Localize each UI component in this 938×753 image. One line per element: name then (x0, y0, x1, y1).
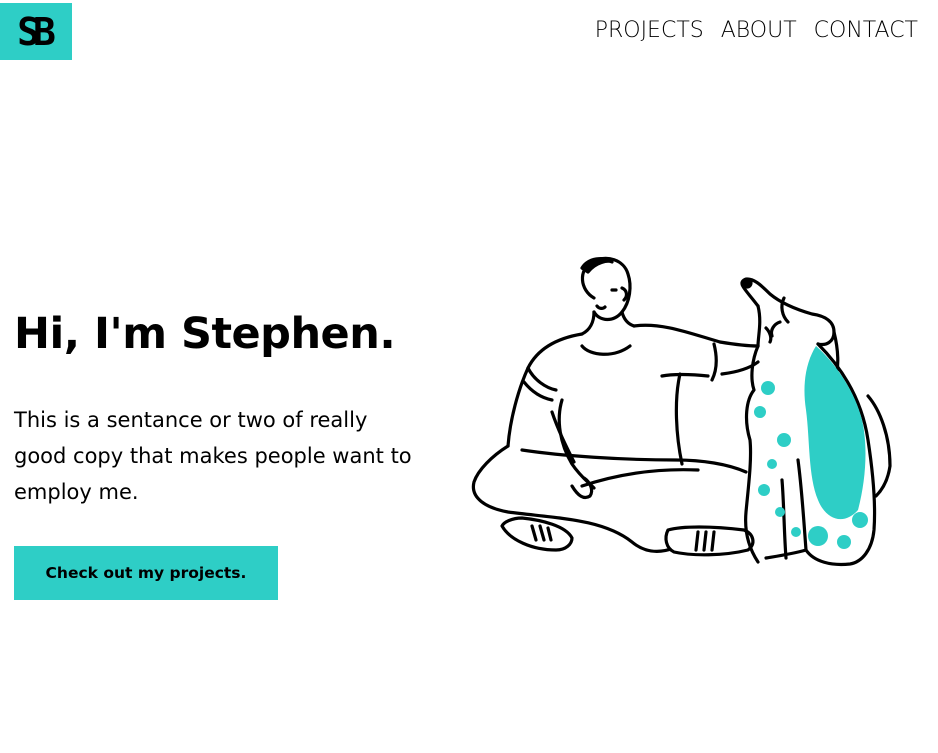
logo-link[interactable]: SB (0, 3, 72, 60)
hero-copy: This is a sentance or two of really good… (14, 408, 412, 504)
main-nav: PROJECTS ABOUT CONTACT (595, 16, 918, 46)
nav-link-about[interactable]: ABOUT (721, 16, 797, 46)
logo-text: SB (17, 9, 56, 54)
projects-cta-button[interactable]: Check out my projects. (14, 546, 278, 600)
page: SB PROJECTS ABOUT CONTACT Hi, I'm Stephe… (0, 0, 938, 753)
hero-title: Hi, I'm Stephen. (14, 309, 396, 359)
nav-link-projects[interactable]: PROJECTS (595, 16, 704, 46)
nav-link-contact[interactable]: CONTACT (814, 16, 918, 46)
man-with-dog-illustration (471, 256, 892, 567)
